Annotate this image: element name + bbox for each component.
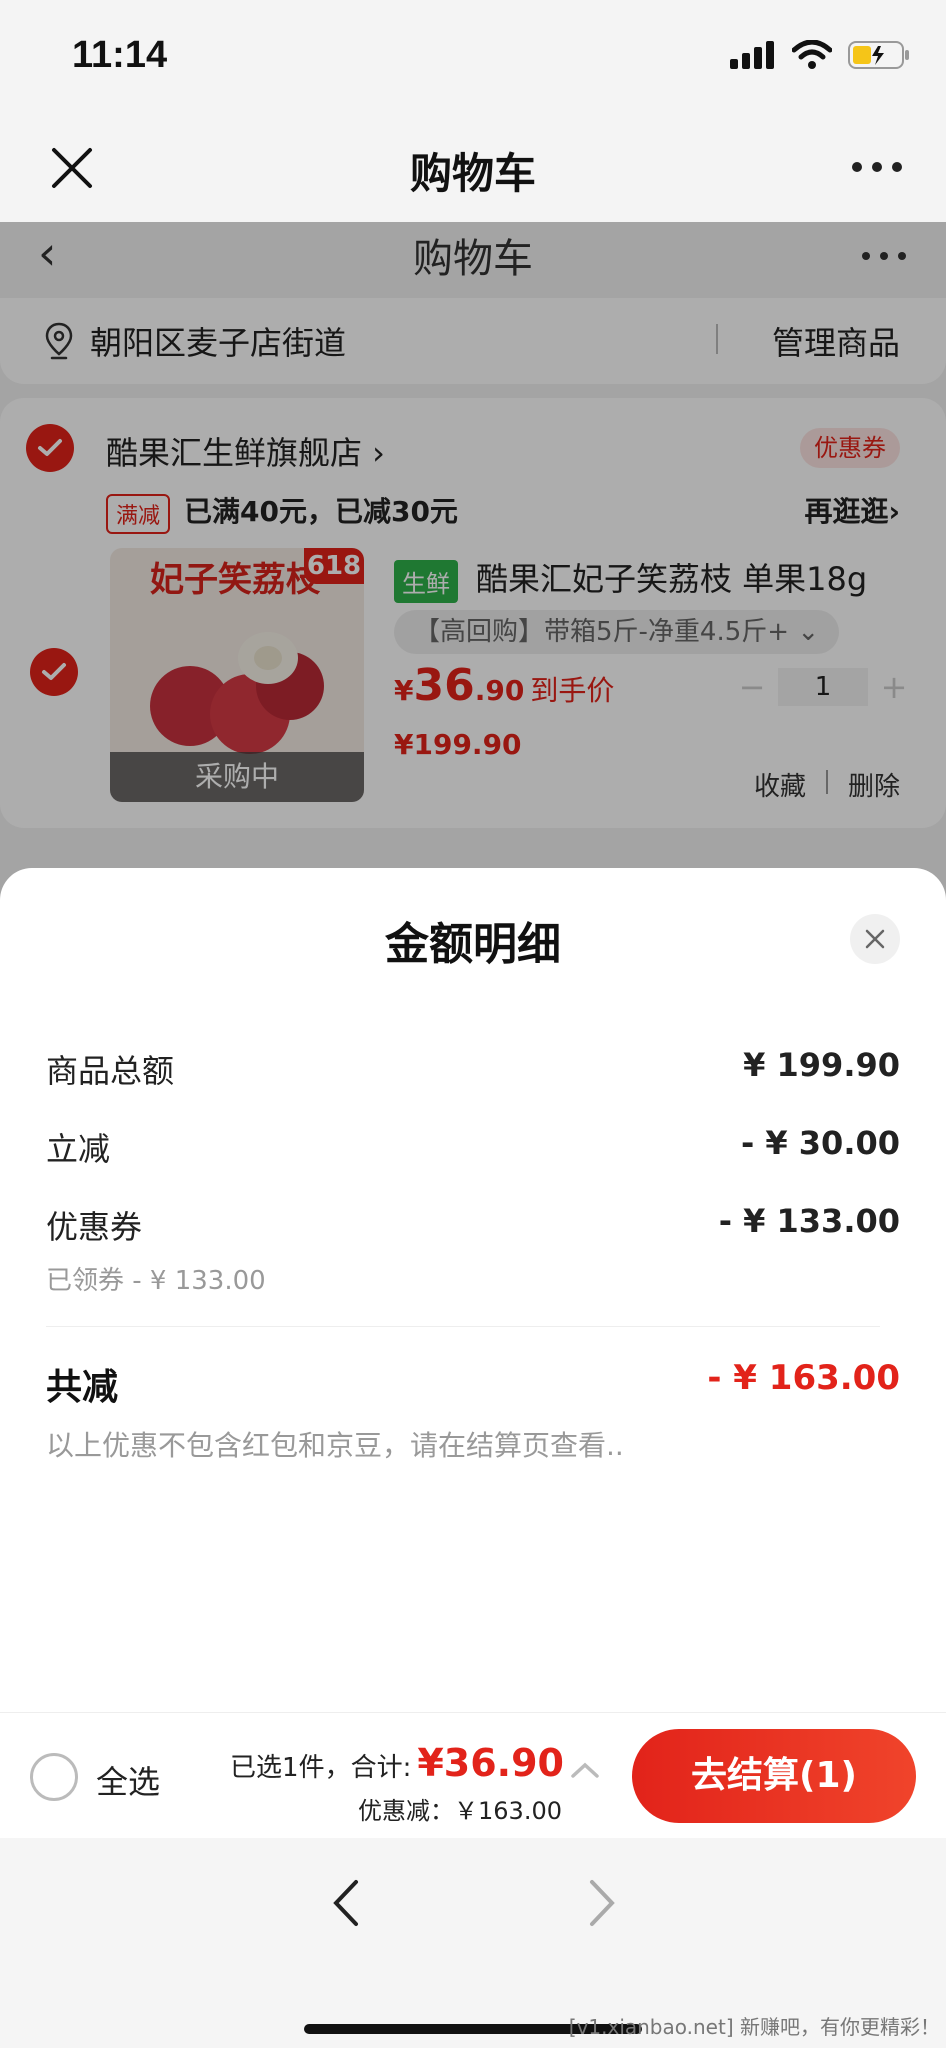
select-all-radio[interactable] bbox=[30, 1753, 78, 1801]
status-bar: 11:14 bbox=[0, 0, 946, 110]
discount-summary: 优惠减：￥163.00 bbox=[358, 1797, 562, 1825]
sheet-title: 金额明细 bbox=[385, 919, 561, 970]
row-value-goods-total: ¥ 199.90 bbox=[743, 1046, 900, 1084]
discount-note: 以上优惠不包含红包和京豆，请在结算页查看.. bbox=[46, 1429, 624, 1462]
watermark: [v1.xianbao.net] 新赚吧，有你更精彩！ bbox=[568, 2015, 940, 2039]
total-summary: 已选1件，合计: ¥36.90 bbox=[230, 1741, 564, 1785]
checkout-button[interactable]: 去结算(1) bbox=[632, 1729, 916, 1823]
battery-icon bbox=[848, 41, 909, 69]
row-label-instant-discount: 立减 bbox=[46, 1130, 111, 1168]
chevron-up-icon[interactable] bbox=[570, 1761, 600, 1779]
signal-icon bbox=[730, 41, 774, 69]
row-value-instant-discount: - ¥ 30.00 bbox=[740, 1124, 900, 1162]
status-time: 11:14 bbox=[72, 34, 168, 76]
divider bbox=[46, 1326, 880, 1327]
sheet-close-button[interactable] bbox=[850, 914, 900, 964]
total-discount-label: 共减 bbox=[46, 1367, 119, 1408]
row-label-coupon: 优惠券 bbox=[46, 1208, 143, 1246]
row-value-coupon: - ¥ 133.00 bbox=[718, 1202, 900, 1240]
more-dot-icon bbox=[852, 162, 862, 172]
back-icon[interactable] bbox=[330, 1878, 362, 1928]
forward-icon[interactable] bbox=[586, 1878, 618, 1928]
top-nav: 购物车 bbox=[0, 110, 946, 222]
more-button[interactable] bbox=[852, 162, 902, 172]
selected-count-label: 已选1件，合计: bbox=[230, 1753, 412, 1783]
close-icon bbox=[865, 929, 885, 949]
wifi-icon bbox=[792, 40, 832, 69]
total-price: ¥36.90 bbox=[417, 1741, 564, 1785]
row-label-goods-total: 商品总额 bbox=[46, 1052, 175, 1090]
checkout-bar: 全选 已选1件，合计: ¥36.90 优惠减：￥163.00 去结算(1) bbox=[0, 1712, 946, 1838]
browser-toolbar: [v1.xianbao.net] 新赚吧，有你更精彩！ bbox=[0, 1838, 946, 2048]
row-sub-coupon: 已领券 - ¥ 133.00 bbox=[46, 1266, 266, 1296]
total-discount-value: - ¥ 163.00 bbox=[707, 1358, 900, 1398]
status-icons bbox=[730, 40, 910, 70]
more-dot-icon bbox=[892, 162, 902, 172]
more-dot-icon bbox=[872, 162, 882, 172]
page-title: 购物车 bbox=[409, 149, 536, 198]
select-all-label[interactable]: 全选 bbox=[96, 1757, 160, 1803]
